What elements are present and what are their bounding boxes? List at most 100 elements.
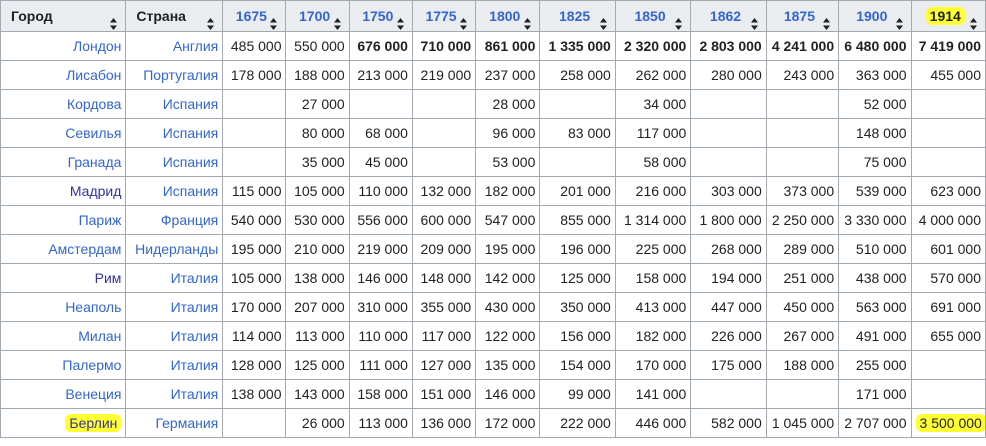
- population-value: 156 000: [560, 328, 611, 344]
- country-link[interactable]: Италия: [171, 328, 219, 344]
- population-value: 582 000: [711, 415, 762, 431]
- city-link[interactable]: Амстердам: [48, 241, 121, 257]
- city-link[interactable]: Гранада: [68, 154, 122, 170]
- sort-icon[interactable]: [750, 10, 758, 30]
- city-link[interactable]: Милан: [78, 328, 121, 344]
- population-cell: 350 000: [539, 292, 616, 322]
- population-cell: 691 000: [910, 292, 986, 322]
- column-header-label[interactable]: 1862: [710, 8, 741, 24]
- population-value: 35 000: [301, 154, 345, 170]
- country-link[interactable]: Италия: [171, 357, 219, 373]
- population-cell: 430 000: [475, 292, 541, 322]
- table-row: Севилья Испания 80 000 68 000 96 000 83 000 11…: [0, 118, 986, 148]
- column-header-label[interactable]: 1700: [299, 8, 330, 24]
- country-link[interactable]: Италия: [171, 386, 219, 402]
- population-cell: 175 000: [690, 350, 767, 380]
- column-header-city[interactable]: Город: [0, 0, 127, 32]
- column-header-1875[interactable]: 1875: [765, 0, 840, 32]
- population-cell: 115 000: [222, 176, 287, 206]
- population-value: 68 000: [365, 125, 408, 141]
- city-link[interactable]: Палермо: [62, 357, 121, 373]
- population-cell: [222, 408, 287, 438]
- column-header-label[interactable]: 1800: [489, 8, 520, 24]
- country-link[interactable]: Испания: [163, 125, 219, 141]
- country-link[interactable]: Португалия: [143, 67, 218, 83]
- population-cell: 373 000: [765, 176, 840, 206]
- city-link[interactable]: Лисабон: [66, 67, 121, 83]
- sort-icon[interactable]: [396, 10, 404, 30]
- sort-icon[interactable]: [333, 10, 341, 30]
- column-header-label[interactable]: 1850: [634, 8, 665, 24]
- population-cell: 213 000: [348, 60, 413, 90]
- country-link[interactable]: Испания: [163, 96, 219, 112]
- population-value: 114 000: [231, 328, 282, 344]
- column-header-label[interactable]: 1675: [236, 8, 267, 24]
- city-link[interactable]: Берлин: [65, 414, 122, 432]
- country-link[interactable]: Испания: [163, 183, 219, 199]
- sort-icon[interactable]: [970, 10, 977, 30]
- sort-icon[interactable]: [460, 10, 468, 30]
- population-cell: 268 000: [690, 234, 767, 264]
- city-cell: Гранада: [0, 147, 127, 177]
- population-value: 113 000: [295, 328, 345, 344]
- column-header-country[interactable]: Страна: [125, 0, 224, 32]
- city-link[interactable]: Лондон: [73, 38, 121, 54]
- sort-icon[interactable]: [675, 10, 683, 30]
- sort-icon[interactable]: [207, 10, 215, 30]
- column-header-1800[interactable]: 1800: [475, 0, 541, 32]
- column-header-label[interactable]: 1750: [362, 8, 393, 24]
- population-cell: 450 000: [765, 292, 840, 322]
- sort-icon[interactable]: [895, 10, 903, 30]
- column-header-label[interactable]: 1875: [784, 8, 815, 24]
- population-cell: 28 000: [475, 89, 541, 119]
- population-cell: 485 000: [222, 31, 287, 61]
- population-value: 196 000: [560, 241, 611, 257]
- population-cell: 141 000: [614, 379, 692, 409]
- city-link[interactable]: Мадрид: [70, 183, 122, 199]
- column-header-label[interactable]: 1775: [425, 8, 456, 24]
- city-link[interactable]: Кордова: [67, 96, 121, 112]
- city-link[interactable]: Париж: [79, 212, 122, 228]
- city-link[interactable]: Неаполь: [65, 299, 121, 315]
- city-link[interactable]: Севилья: [65, 125, 121, 141]
- population-cell: 289 000: [765, 234, 840, 264]
- column-header-1675[interactable]: 1675: [222, 0, 287, 32]
- column-header-1825[interactable]: 1825: [539, 0, 616, 32]
- population-value: 138 000: [230, 386, 282, 402]
- column-header-1862[interactable]: 1862: [690, 0, 767, 32]
- city-link[interactable]: Рим: [95, 270, 122, 286]
- population-cell: 125 000: [285, 350, 350, 380]
- column-header-1750[interactable]: 1750: [348, 0, 413, 32]
- column-header-1914[interactable]: 1914: [910, 0, 986, 32]
- country-link[interactable]: Англия: [173, 38, 218, 54]
- population-value: 113 000: [358, 415, 408, 431]
- population-cell: 413 000: [614, 292, 692, 322]
- sort-icon[interactable]: [823, 10, 831, 30]
- sort-icon[interactable]: [599, 10, 607, 30]
- country-link[interactable]: Италия: [171, 299, 219, 315]
- country-link[interactable]: Испания: [163, 154, 219, 170]
- column-header-label[interactable]: 1900: [856, 8, 887, 24]
- population-cell: 861 000: [475, 31, 541, 61]
- column-header-1850[interactable]: 1850: [614, 0, 692, 32]
- sort-icon[interactable]: [270, 10, 278, 30]
- sort-icon[interactable]: [524, 10, 532, 30]
- country-link[interactable]: Нидерланды: [135, 241, 218, 257]
- population-cell: 110 000: [348, 176, 413, 206]
- population-cell: 676 000: [348, 31, 413, 61]
- city-link[interactable]: Венеция: [65, 386, 121, 402]
- population-value: 226 000: [711, 328, 762, 344]
- country-link[interactable]: Франция: [161, 212, 218, 228]
- column-header-label[interactable]: 1825: [559, 8, 590, 24]
- population-value: 182 000: [635, 328, 687, 344]
- population-value: 188 000: [294, 67, 345, 83]
- sort-icon[interactable]: [110, 10, 118, 30]
- column-header-1775[interactable]: 1775: [411, 0, 477, 32]
- country-link[interactable]: Италия: [171, 270, 219, 286]
- population-cell: 655 000: [910, 321, 986, 351]
- population-cell: 2 250 000: [765, 205, 840, 235]
- population-cell: 2 803 000: [690, 31, 767, 61]
- country-link[interactable]: Германия: [156, 415, 219, 431]
- column-header-1700[interactable]: 1700: [285, 0, 350, 32]
- column-header-1900[interactable]: 1900: [838, 0, 912, 32]
